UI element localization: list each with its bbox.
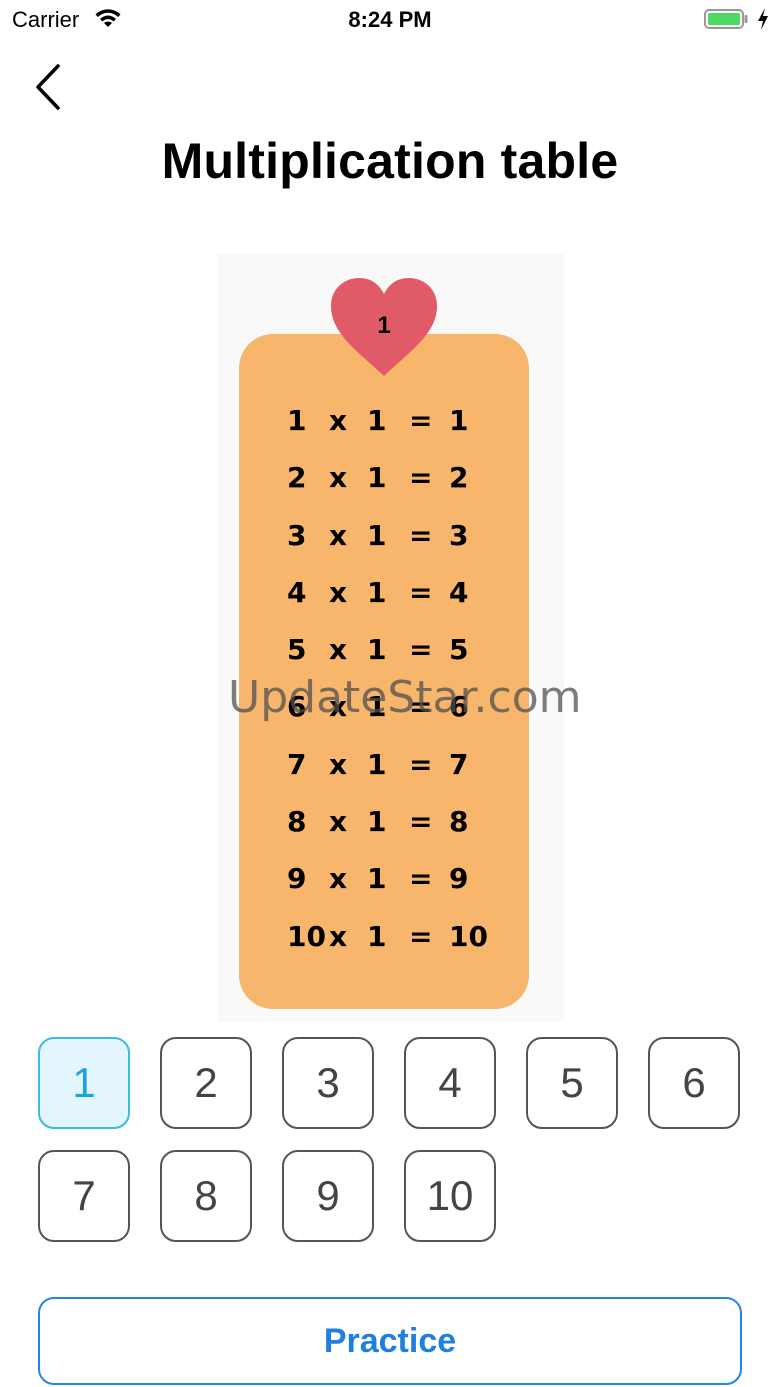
times-sign: x	[329, 633, 348, 667]
times-sign: x	[329, 404, 348, 437]
multiplier: 1	[367, 919, 387, 953]
status-bar: Carrier 8:24 PM	[0, 0, 780, 40]
multiplier: 1	[367, 633, 387, 667]
multiplier: 1	[367, 862, 387, 896]
status-time: 8:24 PM	[348, 7, 432, 32]
multiplicand: 7	[287, 747, 307, 781]
table-row: 2 x 1 = 2	[287, 461, 507, 518]
battery-icon	[704, 9, 748, 29]
multiplicand: 4	[287, 575, 307, 609]
number-button-3[interactable]: 3	[282, 1037, 374, 1129]
multiplicand: 8	[287, 805, 307, 839]
table-number: 1	[377, 312, 391, 339]
number-button-7[interactable]: 7	[38, 1150, 130, 1242]
equals-sign: =	[409, 919, 433, 953]
times-sign: x	[329, 518, 348, 552]
table-row: 8 x 1 = 8	[287, 805, 507, 862]
product: 1	[449, 404, 469, 437]
product: 4	[449, 575, 469, 609]
table-row: 1 x 1 = 1	[287, 404, 507, 461]
number-button-1[interactable]: 1	[38, 1037, 130, 1129]
multiplicand: 10	[287, 919, 326, 953]
times-sign: x	[329, 862, 348, 896]
multiplication-table-card: 1 1 x 1 = 1 2 x 1 = 2 3 x 1 = 3 4 x 1 = …	[217, 254, 564, 1022]
charging-icon	[758, 8, 768, 30]
number-button-8[interactable]: 8	[160, 1150, 252, 1242]
times-sign: x	[329, 575, 348, 609]
product: 5	[449, 633, 469, 667]
equals-sign: =	[409, 461, 433, 495]
equals-sign: =	[409, 805, 433, 839]
watermark-text: UpdateStar.com	[228, 672, 582, 723]
table-row: 10 x 1 = 10	[287, 920, 507, 977]
product: 7	[449, 747, 469, 781]
table-row: 3 x 1 = 3	[287, 519, 507, 576]
product: 10	[449, 919, 488, 953]
multiplier: 1	[367, 461, 387, 495]
number-button-5[interactable]: 5	[526, 1037, 618, 1129]
number-button-6[interactable]: 6	[648, 1037, 740, 1129]
table-row: 9 x 1 = 9	[287, 862, 507, 919]
multiplicand: 1	[287, 404, 307, 437]
number-button-2[interactable]: 2	[160, 1037, 252, 1129]
multiplicand: 2	[287, 461, 307, 495]
table-row: 7 x 1 = 7	[287, 748, 507, 805]
times-sign: x	[329, 461, 348, 495]
times-sign: x	[329, 747, 348, 781]
equals-sign: =	[409, 518, 433, 552]
product: 8	[449, 805, 469, 839]
equals-sign: =	[409, 862, 433, 896]
practice-button[interactable]: Practice	[38, 1297, 742, 1385]
times-sign: x	[329, 919, 348, 953]
page-title: Multiplication table	[161, 133, 619, 189]
multiplicand: 5	[287, 633, 307, 667]
equals-sign: =	[409, 633, 433, 667]
multiplicand: 9	[287, 862, 307, 896]
number-button-9[interactable]: 9	[282, 1150, 374, 1242]
table-row: 4 x 1 = 4	[287, 576, 507, 633]
multiplier: 1	[367, 805, 387, 839]
multiplier: 1	[367, 747, 387, 781]
product: 9	[449, 862, 469, 896]
number-button-4[interactable]: 4	[404, 1037, 496, 1129]
back-chevron-icon[interactable]	[30, 62, 66, 112]
multiplicand: 3	[287, 518, 307, 552]
product: 2	[449, 461, 469, 495]
equals-sign: =	[409, 404, 433, 437]
multiplier: 1	[367, 404, 387, 437]
times-sign: x	[329, 805, 348, 839]
multiplier: 1	[367, 518, 387, 552]
number-button-10[interactable]: 10	[404, 1150, 496, 1242]
product: 3	[449, 518, 469, 552]
equals-sign: =	[409, 747, 433, 781]
equals-sign: =	[409, 575, 433, 609]
multiplier: 1	[367, 575, 387, 609]
